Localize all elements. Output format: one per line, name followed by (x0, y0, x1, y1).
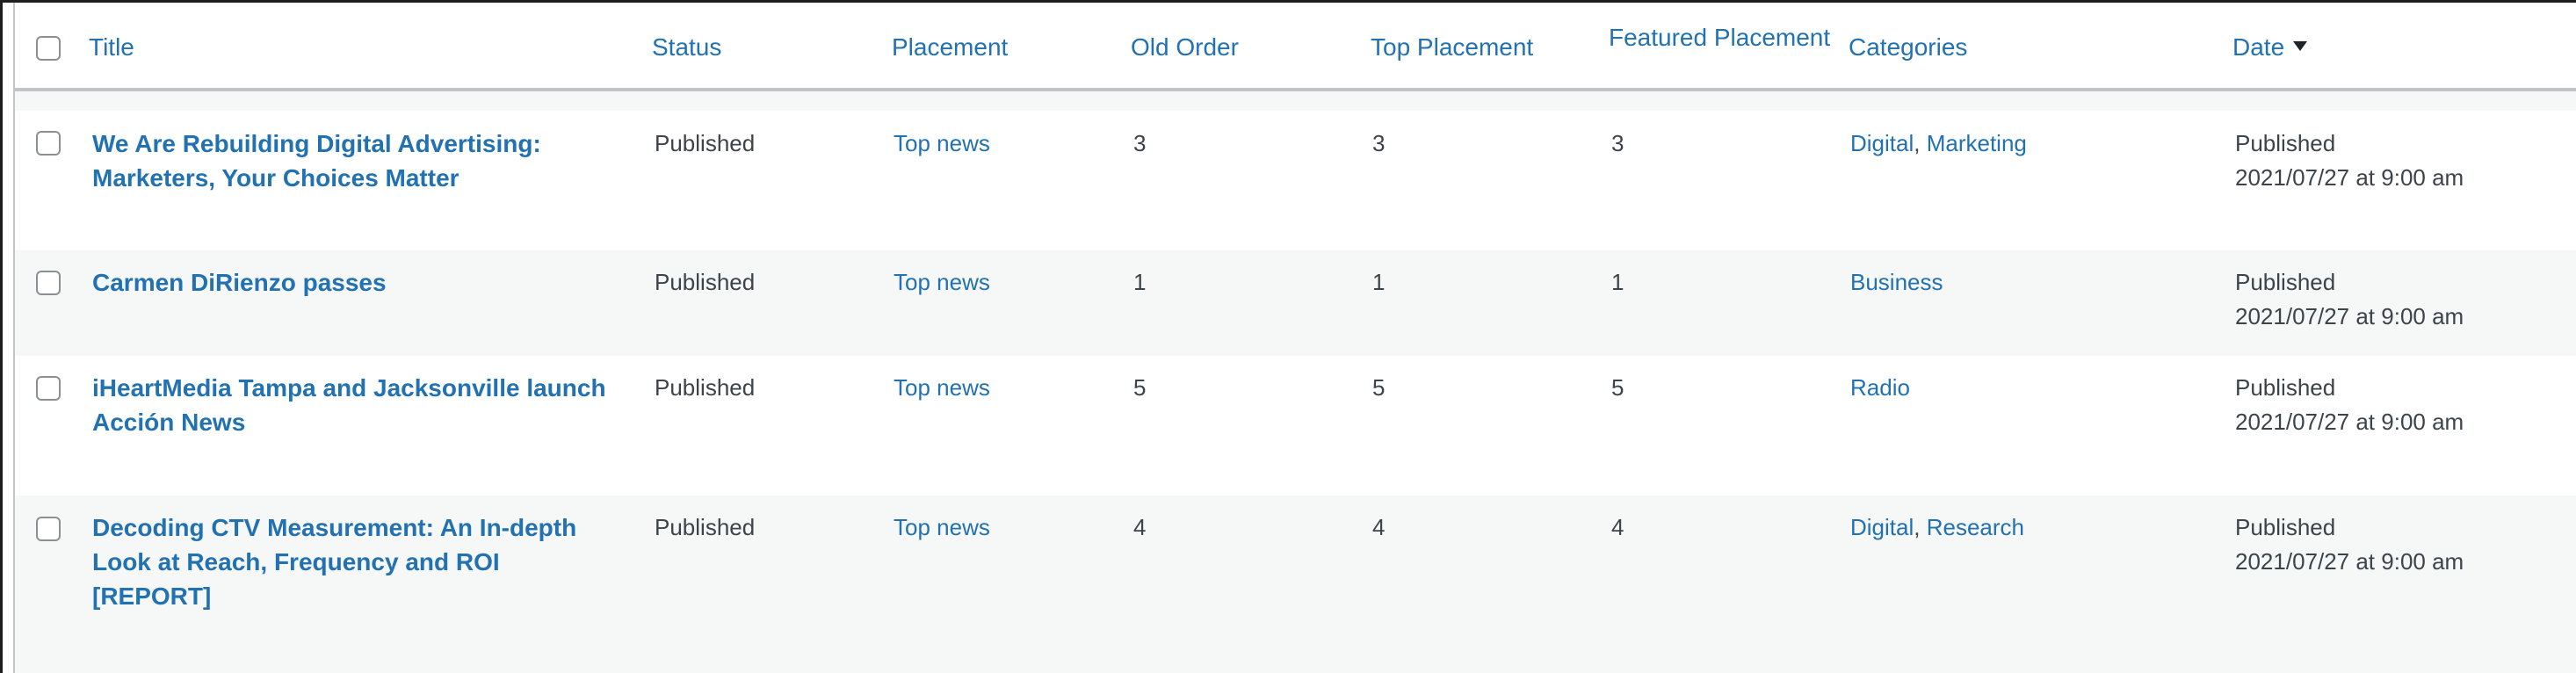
row-checkbox[interactable] (36, 271, 61, 295)
post-title-line: We Are Rebuilding Digital Advertising: (92, 130, 541, 157)
date-status: Published (2235, 269, 2336, 295)
featured-placement-value: 4 (1611, 514, 1624, 540)
status-text: Published (655, 374, 756, 401)
post-title-line: Look at Reach, Frequency and ROI (92, 548, 500, 575)
date-cell: Published 2021/07/27 at 9:00 am (2235, 127, 2464, 195)
post-title-line: Acción News (92, 409, 246, 436)
post-title-link[interactable]: Carmen DiRienzo passes (92, 265, 637, 300)
category-link[interactable]: Radio (1850, 374, 1910, 401)
top-placement-value: 4 (1372, 514, 1386, 540)
date-value: 2021/07/27 at 9:00 am (2235, 303, 2464, 329)
old-order-value: 4 (1133, 514, 1147, 540)
post-title-line: iHeartMedia Tampa and Jacksonville launc… (92, 374, 606, 402)
date-status: Published (2235, 374, 2336, 401)
date-status: Published (2235, 130, 2336, 156)
table-row: Carmen DiRienzo passes Published Top new… (15, 250, 2576, 356)
column-categories-header[interactable]: Categories (1849, 33, 1967, 62)
date-cell: Published 2021/07/27 at 9:00 am (2235, 510, 2464, 579)
categories-cell: Digital, Marketing (1850, 130, 2027, 156)
post-title-line: Carmen DiRienzo passes (92, 269, 387, 296)
categories-cell: Radio (1850, 371, 1910, 405)
top-placement-value: 5 (1372, 374, 1386, 401)
categories-cell: Business (1850, 265, 1943, 300)
date-cell: Published 2021/07/27 at 9:00 am (2235, 371, 2464, 439)
column-title-header[interactable]: Title (89, 33, 134, 62)
placement-link[interactable]: Top news (894, 510, 990, 545)
category-link[interactable]: Marketing (1927, 130, 2027, 156)
column-featured-placement-header[interactable]: Featured Placement (1609, 24, 1841, 52)
featured-placement-value: 5 (1611, 374, 1624, 401)
categories-cell: Digital, Research (1850, 514, 2024, 540)
column-old-order-header[interactable]: Old Order (1131, 33, 1239, 62)
column-date-header[interactable]: Date (2232, 33, 2308, 62)
column-status-header[interactable]: Status (652, 33, 721, 62)
date-value: 2021/07/27 at 9:00 am (2235, 548, 2464, 575)
status-text: Published (655, 269, 756, 295)
category-link[interactable]: Business (1850, 269, 1943, 295)
old-order-value: 3 (1133, 130, 1147, 156)
date-status: Published (2235, 514, 2336, 540)
featured-placement-value: 3 (1611, 130, 1624, 156)
posts-table-frame: Title Status Placement Old Order Top Pla… (0, 0, 2576, 673)
select-all-checkbox[interactable] (36, 36, 61, 61)
post-title-line: Marketers, Your Choices Matter (92, 164, 459, 192)
placement-link[interactable]: Top news (894, 265, 990, 300)
column-placement-header[interactable]: Placement (892, 33, 1008, 62)
date-cell: Published 2021/07/27 at 9:00 am (2235, 265, 2464, 334)
featured-placement-value: 1 (1611, 269, 1624, 295)
post-title-line: Decoding CTV Measurement: An In-depth (92, 514, 577, 541)
category-link[interactable]: Digital (1850, 514, 1914, 540)
category-link[interactable]: Digital (1850, 130, 1914, 156)
table-row: iHeartMedia Tampa and Jacksonville launc… (15, 356, 2576, 496)
placement-link[interactable]: Top news (894, 127, 990, 161)
post-title-link[interactable]: We Are Rebuilding Digital Advertising: M… (92, 127, 637, 195)
status-text: Published (655, 130, 756, 156)
header-spacer (15, 91, 2576, 111)
old-order-value: 1 (1133, 269, 1147, 295)
sort-desc-icon (2293, 41, 2308, 51)
date-value: 2021/07/27 at 9:00 am (2235, 164, 2464, 191)
post-title-link[interactable]: Decoding CTV Measurement: An In-depth Lo… (92, 510, 637, 613)
table-row: Decoding CTV Measurement: An In-depth Lo… (15, 496, 2576, 673)
column-top-placement-header[interactable]: Top Placement (1371, 33, 1533, 62)
row-checkbox[interactable] (36, 517, 61, 541)
status-text: Published (655, 514, 756, 540)
table-header: Title Status Placement Old Order Top Pla… (15, 3, 2576, 91)
top-placement-value: 3 (1372, 130, 1386, 156)
row-checkbox[interactable] (36, 131, 61, 156)
row-checkbox[interactable] (36, 376, 61, 401)
category-link[interactable]: Research (1927, 514, 2024, 540)
column-date-label: Date (2232, 33, 2285, 61)
post-title-line: [REPORT] (92, 583, 212, 610)
placement-link[interactable]: Top news (894, 371, 990, 405)
post-title-link[interactable]: iHeartMedia Tampa and Jacksonville launc… (92, 371, 637, 439)
date-value: 2021/07/27 at 9:00 am (2235, 409, 2464, 435)
table-row: We Are Rebuilding Digital Advertising: M… (15, 111, 2576, 250)
old-order-value: 5 (1133, 374, 1147, 401)
top-placement-value: 1 (1372, 269, 1386, 295)
